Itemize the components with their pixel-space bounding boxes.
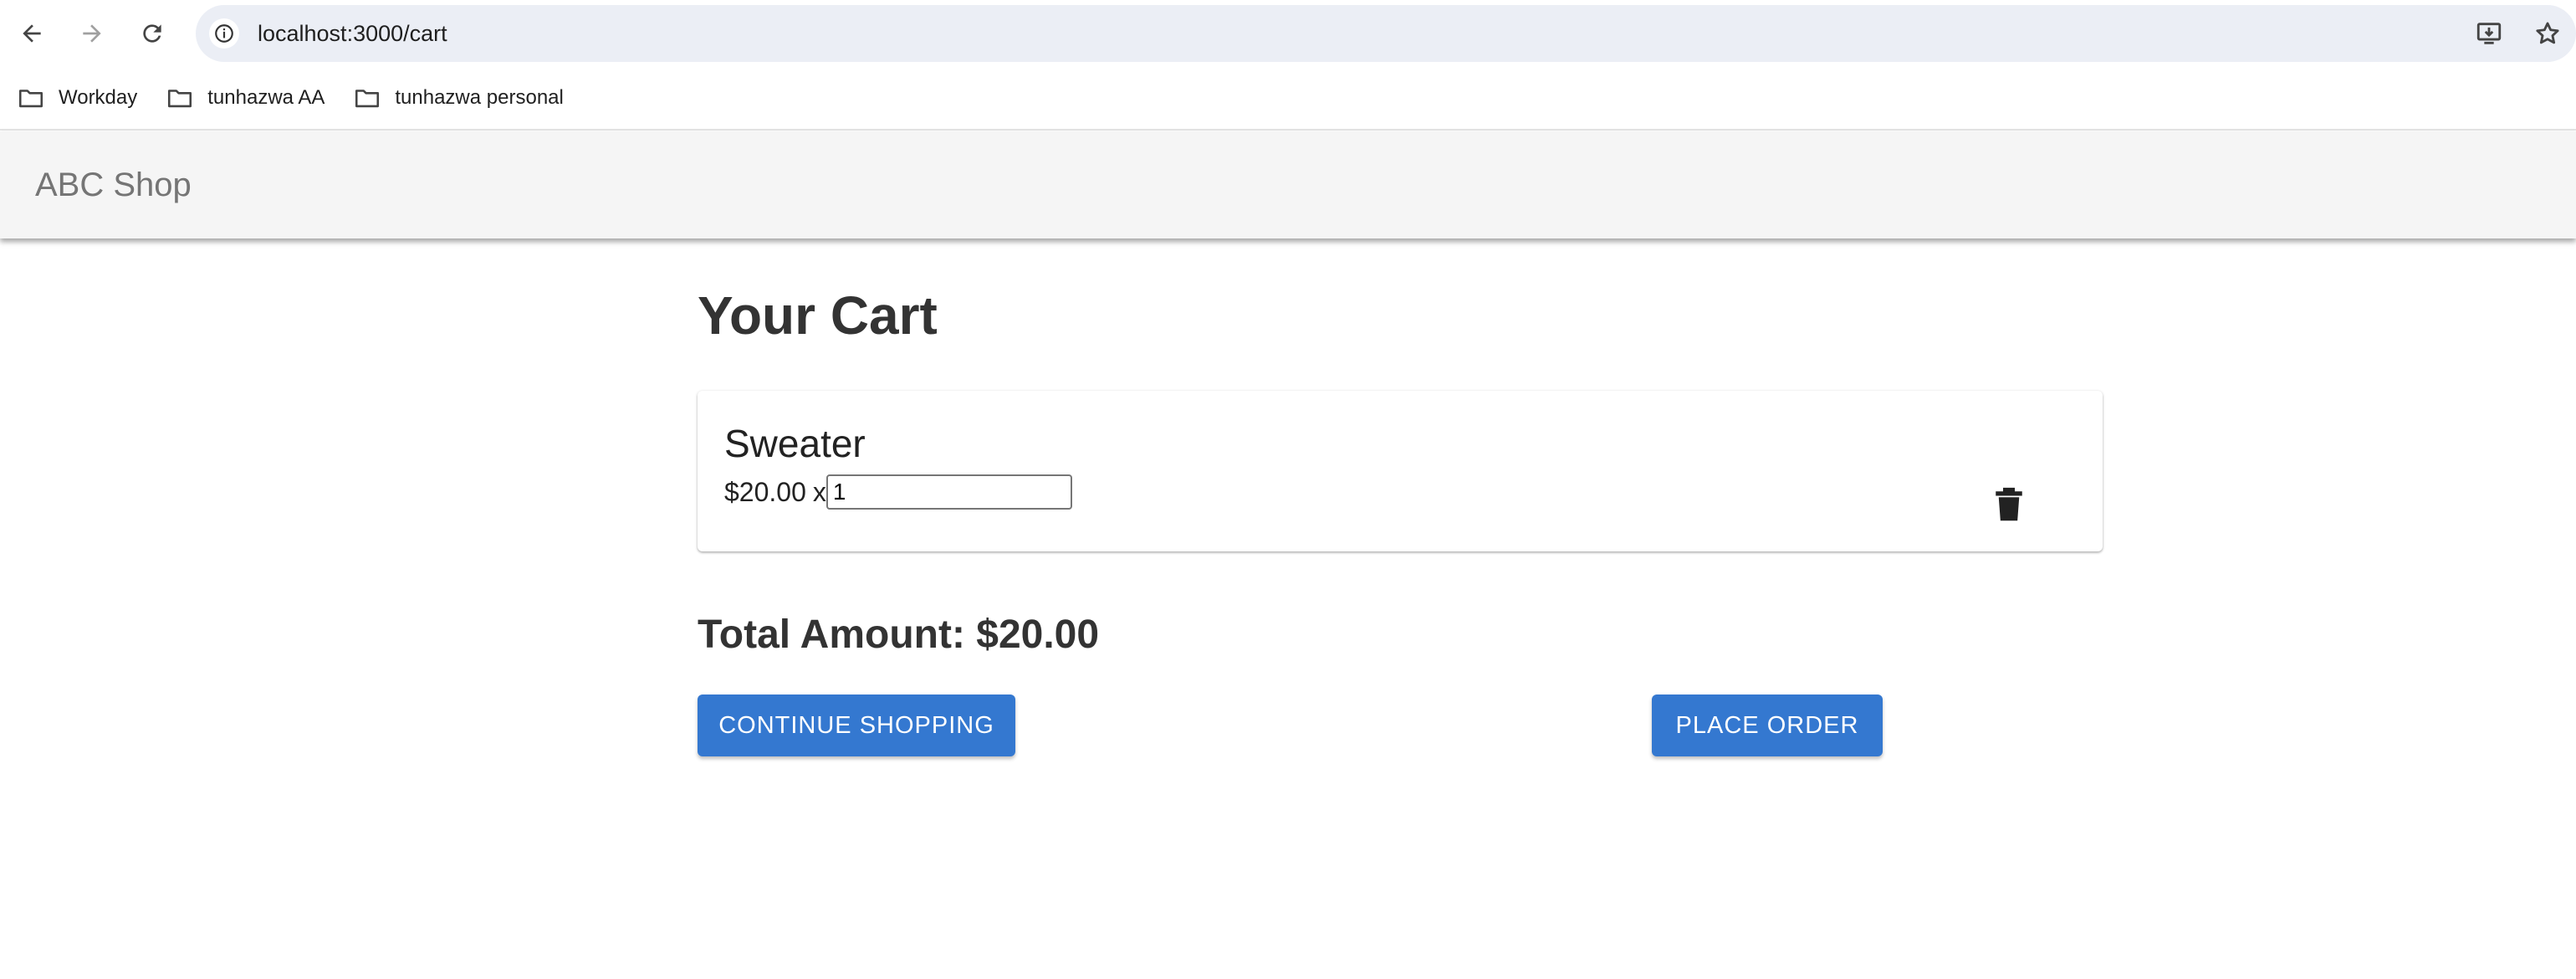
delete-item-button[interactable]: [1989, 484, 2029, 525]
brand-title[interactable]: ABC Shop: [35, 167, 192, 204]
app-header: ABC Shop: [0, 131, 2576, 238]
arrow-right-icon: [83, 24, 101, 43]
bookmark-workday[interactable]: Workday: [17, 78, 137, 118]
back-button[interactable]: [13, 15, 50, 52]
place-order-button[interactable]: PLACE ORDER: [1652, 695, 1883, 756]
folder-icon: [168, 90, 192, 108]
arrow-left-icon: [23, 24, 41, 43]
url-text: localhost:3000/cart: [258, 20, 447, 46]
bookmark-label: tunhazwa AA: [207, 86, 325, 109]
continue-shopping-button[interactable]: CONTINUE SHOPPING: [698, 695, 1015, 756]
install-app-button[interactable]: [2471, 15, 2507, 52]
item-price-row: $20.00 x: [724, 474, 1072, 510]
browser-toolbar: localhost:3000/cart: [0, 0, 2576, 67]
site-info-icon[interactable]: [209, 18, 239, 49]
bookmark-label: Workday: [59, 86, 138, 109]
install-icon: [2476, 23, 2502, 44]
times-sign: x: [812, 476, 826, 507]
quantity-input[interactable]: [825, 474, 1072, 510]
item-name: Sweater: [724, 422, 866, 465]
cart-item-card: Sweater $20.00 x: [698, 391, 2103, 551]
reload-icon: [143, 24, 161, 43]
total-amount: Total Amount: $20.00: [698, 613, 1100, 657]
bookmark-star-button[interactable]: [2529, 15, 2566, 52]
bookmark-tunhazwa-aa[interactable]: tunhazwa AA: [166, 78, 325, 118]
folder-icon: [355, 90, 380, 108]
info-circle-icon: [215, 24, 233, 43]
item-price: $20.00: [724, 476, 806, 507]
bookmark-label: tunhazwa personal: [395, 86, 564, 109]
folder-icon: [18, 90, 43, 108]
address-bar[interactable]: localhost:3000/cart: [196, 5, 2576, 62]
bookmarks-bar: Workday tunhazwa AA tunhazwa personal: [0, 67, 2576, 131]
reload-button[interactable]: [134, 15, 171, 52]
page-title: Your Cart: [698, 285, 938, 346]
star-icon: [2536, 22, 2559, 44]
forward-button[interactable]: [74, 15, 110, 52]
bookmark-tunhazwa-personal[interactable]: tunhazwa personal: [353, 78, 564, 118]
trash-icon: [1996, 487, 2022, 521]
